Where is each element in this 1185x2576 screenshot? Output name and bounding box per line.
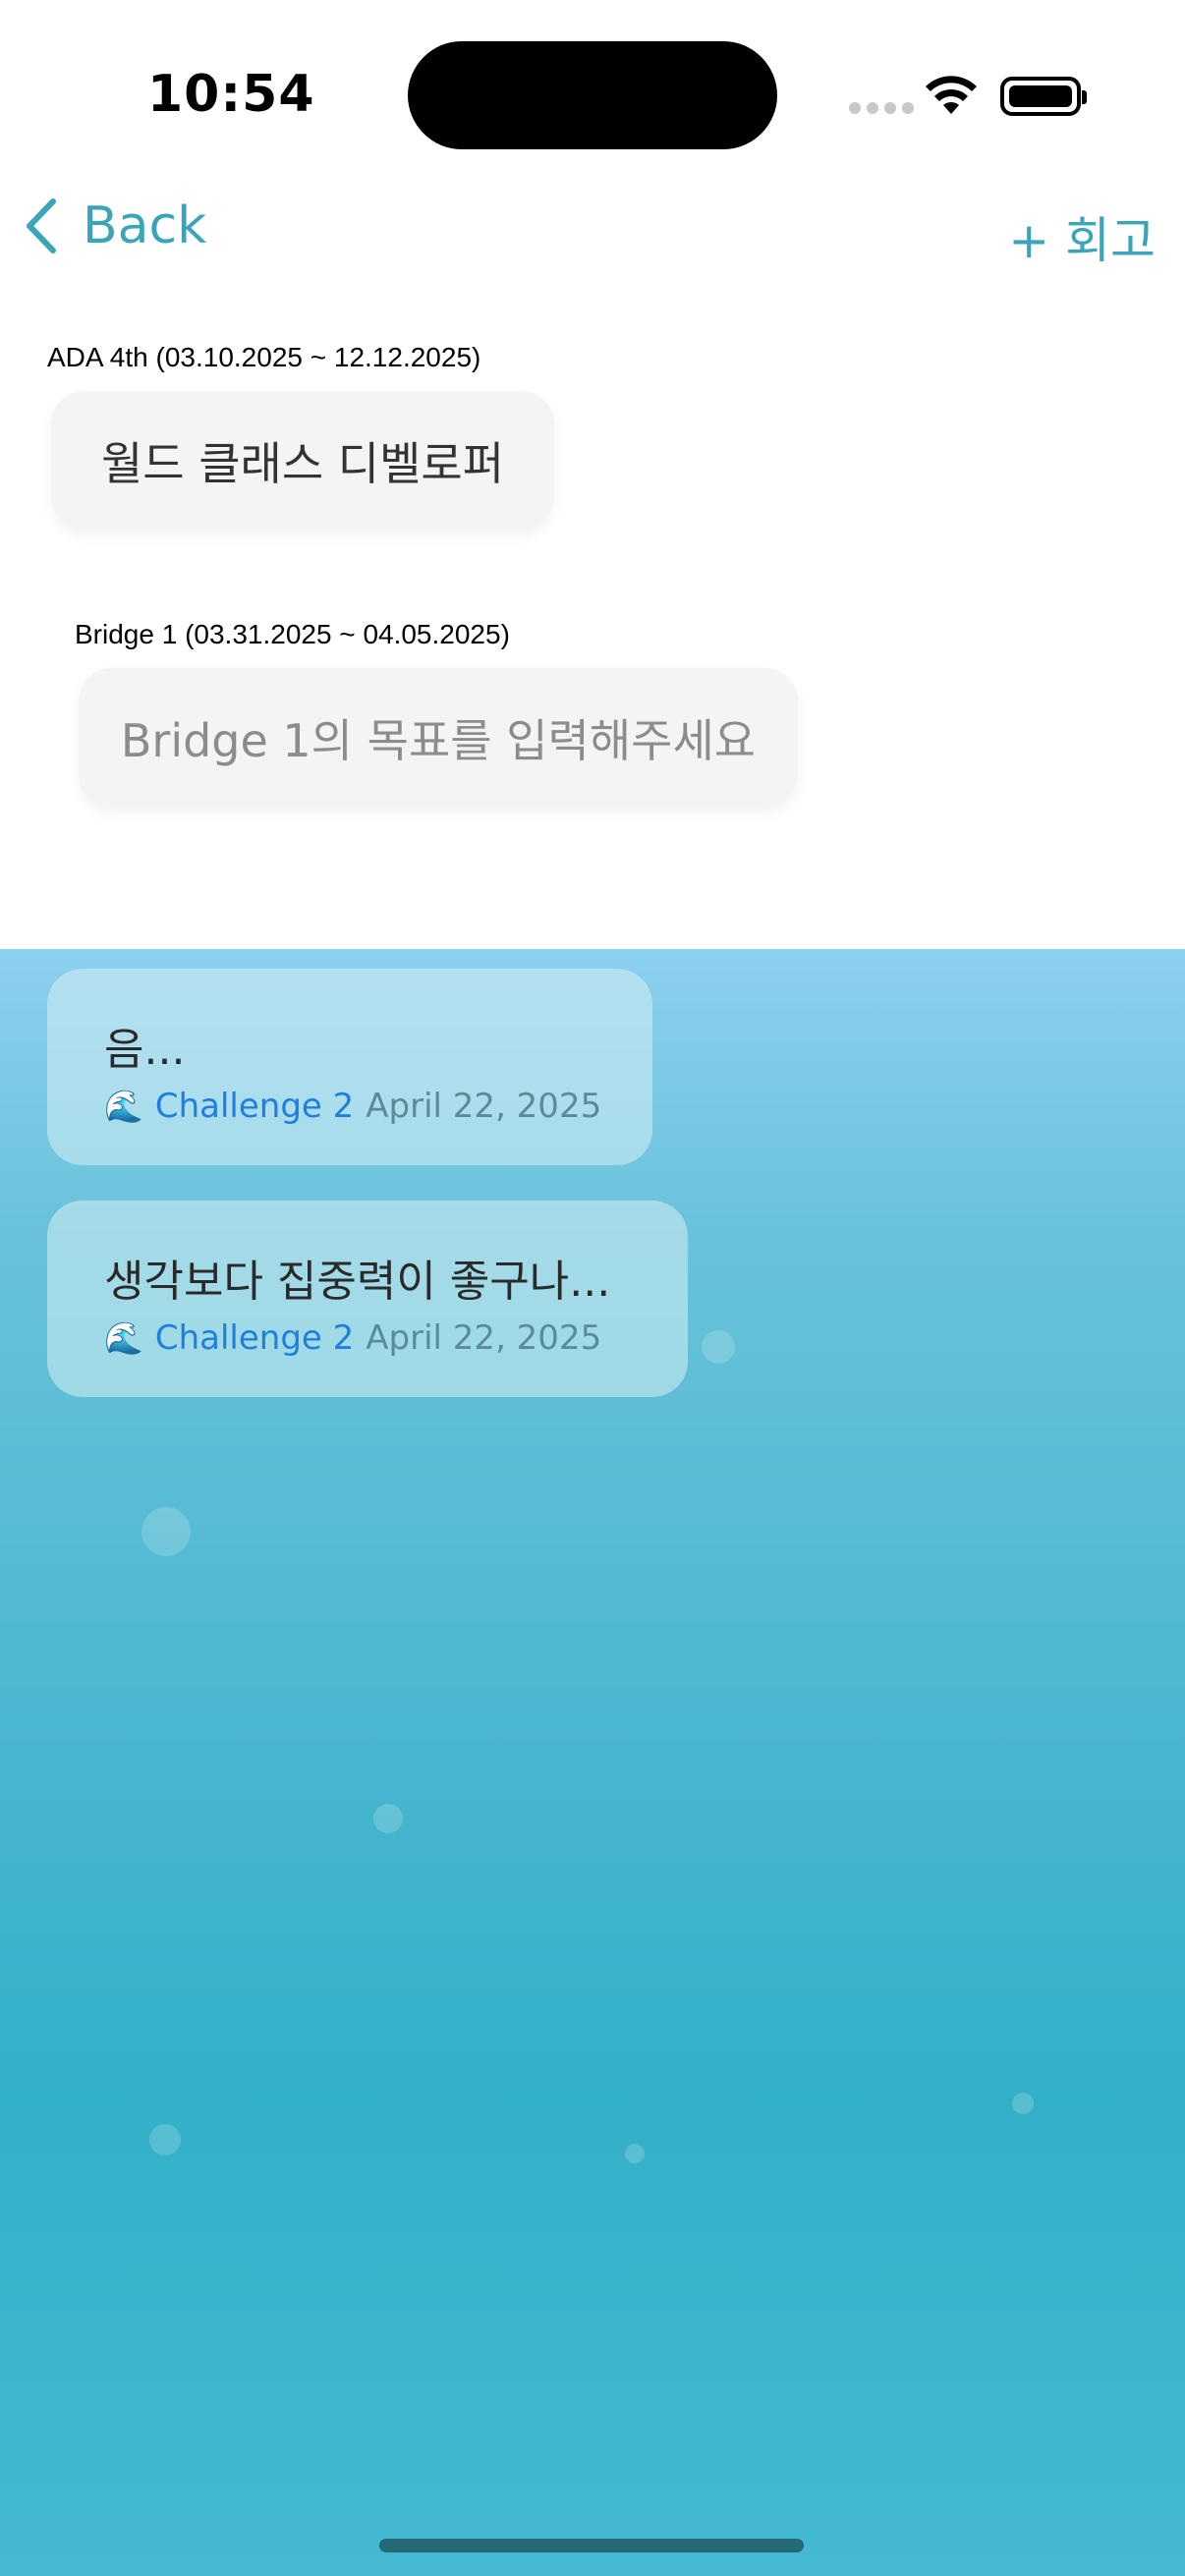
entry-title: 음... xyxy=(104,1025,186,1075)
section-label-ada: ADA 4th (03.10.2025 ~ 12.12.2025) xyxy=(47,342,481,372)
bubble xyxy=(141,1507,191,1556)
entry-date: April 22, 2025 xyxy=(366,1087,602,1126)
bubble xyxy=(149,2124,181,2156)
bubble xyxy=(625,2144,645,2163)
bubble xyxy=(1012,2093,1034,2114)
add-retrospective-button[interactable]: + 회고 xyxy=(1008,201,1156,272)
status-time: 10:54 xyxy=(147,65,315,124)
back-label: Back xyxy=(83,196,207,255)
chevron-left-icon xyxy=(27,198,56,253)
entry-date: April 22, 2025 xyxy=(366,1318,602,1358)
cellular-signal-icon xyxy=(849,102,914,114)
wifi-icon xyxy=(926,76,977,114)
section-label-bridge: Bridge 1 (03.31.2025 ~ 04.05.2025) xyxy=(75,619,510,649)
entry-meta: 🌊 Challenge 2 April 22, 2025 xyxy=(104,1318,631,1358)
battery-icon xyxy=(1000,77,1087,116)
bubble xyxy=(702,1330,735,1364)
home-indicator[interactable] xyxy=(379,2539,804,2552)
wave-icon: 🌊 xyxy=(104,1088,143,1125)
ocean-background: 음... 🌊 Challenge 2 April 22, 2025 생각보다 집… xyxy=(0,949,1185,2576)
entry-meta: 🌊 Challenge 2 April 22, 2025 xyxy=(104,1087,601,1126)
goal-card-ada[interactable]: 월드 클래스 디벨로퍼 xyxy=(51,391,554,531)
wave-icon: 🌊 xyxy=(104,1319,143,1357)
entry-title: 생각보다 집중력이 좋구나... xyxy=(104,1257,611,1307)
bubble xyxy=(373,1804,403,1833)
challenge-link[interactable]: Challenge 2 xyxy=(155,1087,354,1126)
entry-card[interactable]: 음... 🌊 Challenge 2 April 22, 2025 xyxy=(47,969,652,1165)
dynamic-island xyxy=(408,41,777,149)
entry-card[interactable]: 생각보다 집중력이 좋구나... 🌊 Challenge 2 April 22,… xyxy=(47,1201,688,1397)
goal-card-bridge[interactable]: Bridge 1의 목표를 입력해주세요 xyxy=(79,668,798,808)
back-button[interactable]: Back xyxy=(24,196,206,255)
challenge-link[interactable]: Challenge 2 xyxy=(155,1318,354,1358)
